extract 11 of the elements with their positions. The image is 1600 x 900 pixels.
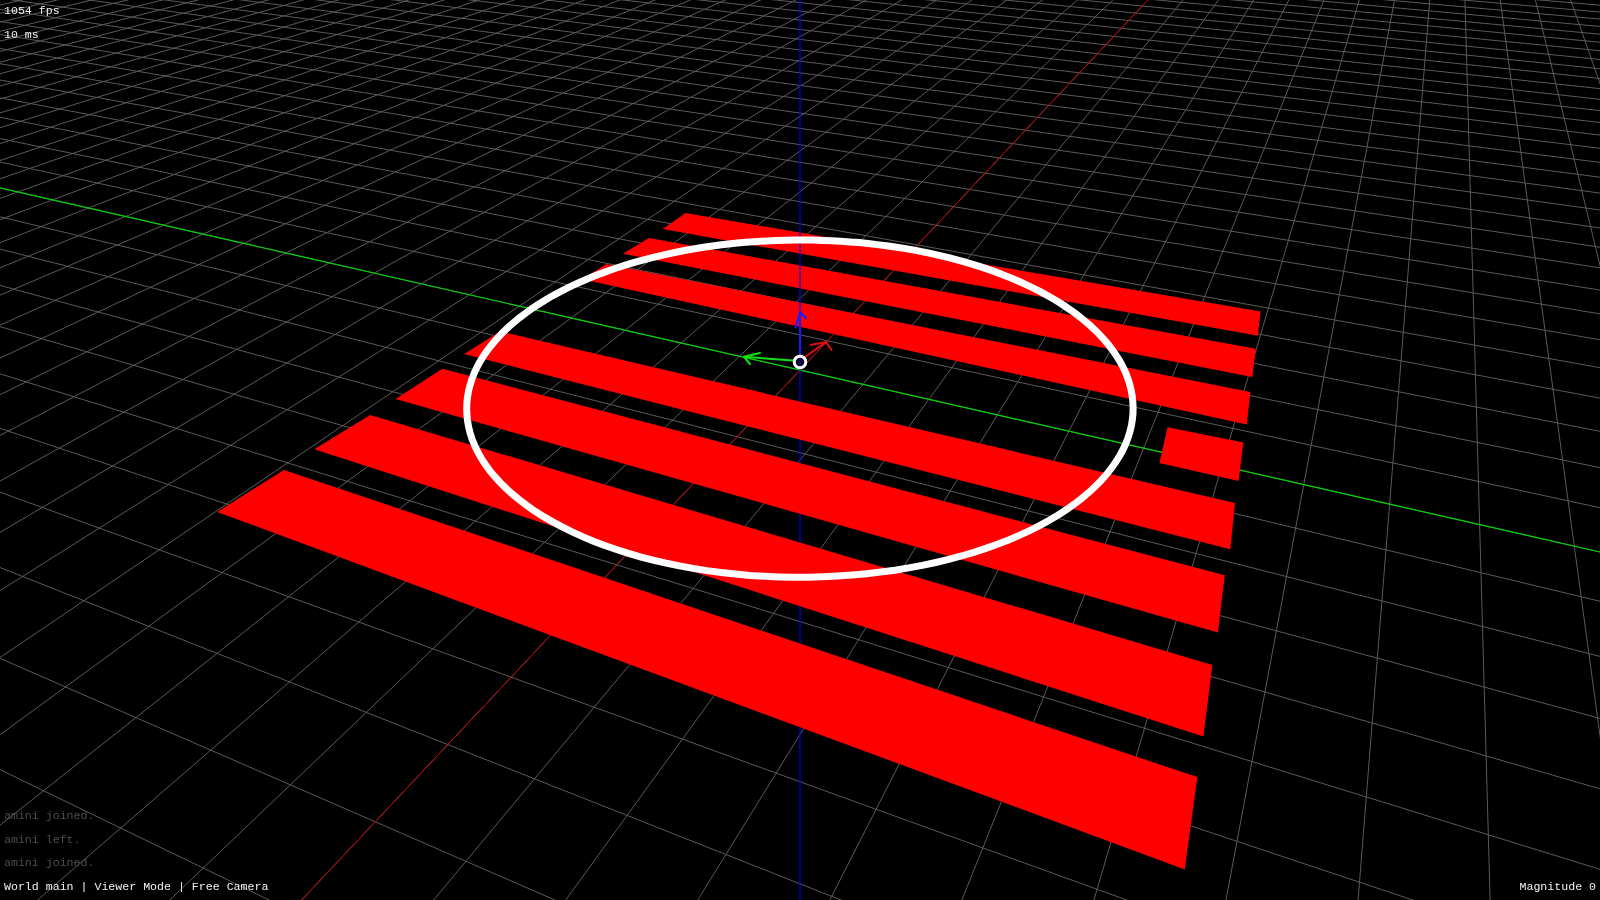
frame-time-label: 10 ms — [4, 27, 39, 42]
magnitude-label: Magnitude 0 — [1519, 880, 1596, 894]
fps-counter: 1054 fps — [4, 4, 60, 18]
up-right-arrow-icon[interactable] — [804, 341, 833, 358]
pivot-icon[interactable] — [792, 354, 808, 370]
up-arrow-icon[interactable] — [794, 311, 807, 356]
status-text: World main | Viewer Mode | Free Camera — [4, 880, 269, 894]
left-arrow-icon[interactable] — [743, 352, 794, 365]
log-message: amini left. — [4, 832, 81, 847]
log-message: amini joined. — [4, 808, 95, 823]
log-message: amini joined. — [4, 856, 95, 871]
